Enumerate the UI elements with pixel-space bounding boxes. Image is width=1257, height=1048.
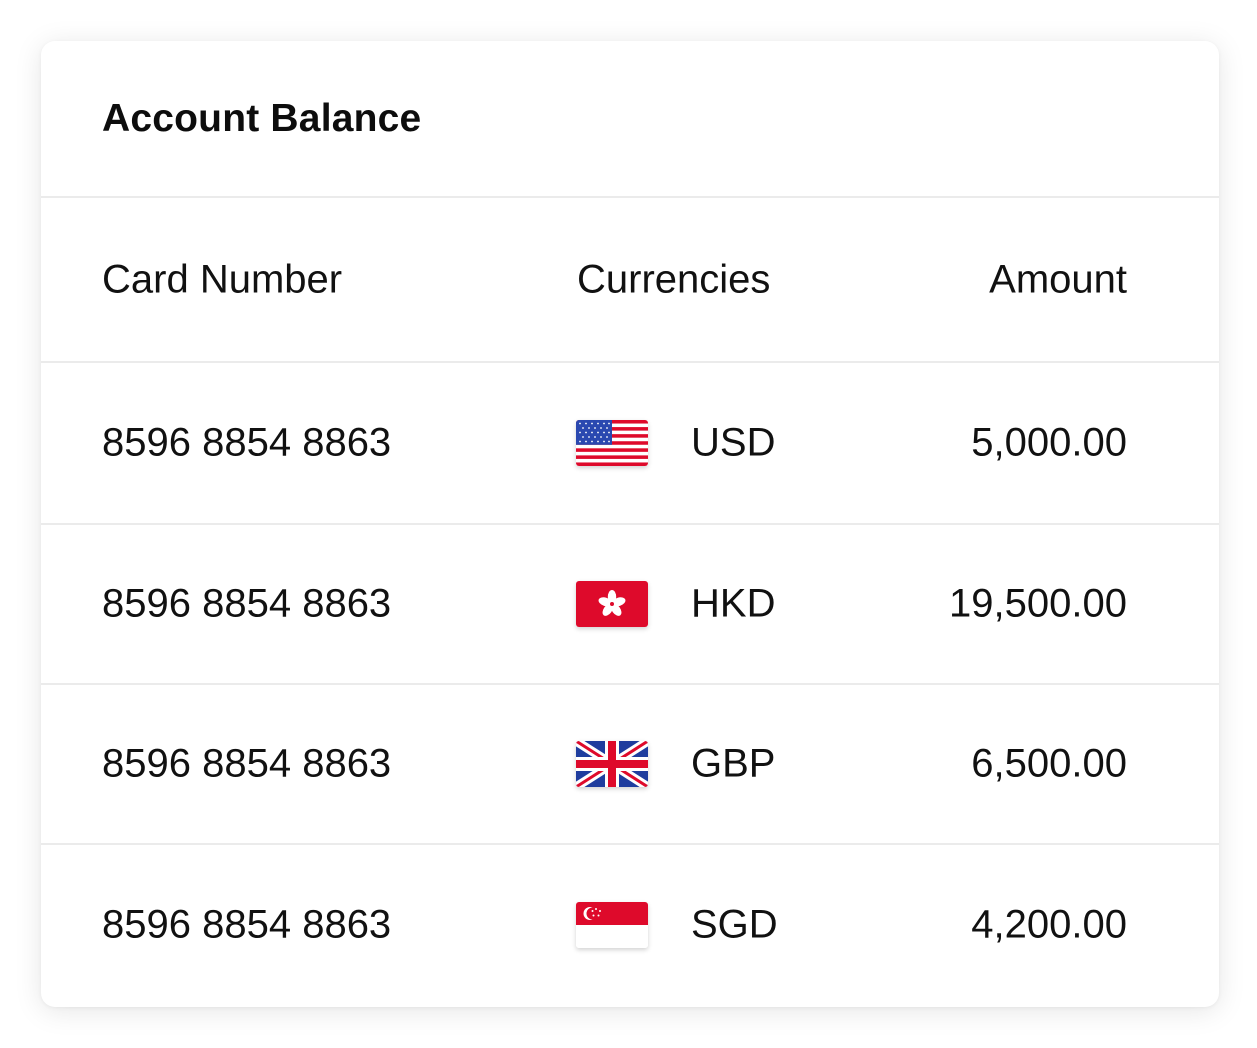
table-row[interactable]: 8596 8854 8863 GBP 6,500.00 [41, 685, 1219, 845]
card-number: 8596 8854 8863 [102, 741, 392, 786]
currency-code: SGD [691, 902, 778, 947]
amount-value: 5,000.00 [971, 420, 1127, 465]
card-number: 8596 8854 8863 [102, 902, 392, 947]
table-row[interactable]: 8596 8854 8863 SGD 4,200.00 [41, 845, 1219, 1005]
card-header: Account Balance [41, 41, 1219, 198]
currency-code: USD [691, 420, 776, 465]
amount-value: 6,500.00 [971, 741, 1127, 786]
uk-flag-icon [576, 741, 648, 787]
sg-flag-icon [576, 902, 648, 948]
amount-value: 19,500.00 [949, 581, 1127, 626]
table-row[interactable]: 8596 8854 8863 HKD 19,500.00 [41, 525, 1219, 685]
header-card-number: Card Number [102, 257, 343, 301]
hk-flag-icon [576, 581, 648, 627]
card-number: 8596 8854 8863 [102, 420, 392, 465]
amount-value: 4,200.00 [971, 902, 1127, 947]
card-title: Account Balance [102, 97, 422, 140]
us-flag-icon [576, 420, 648, 466]
currency-code: HKD [691, 581, 776, 626]
table-row[interactable]: 8596 8854 8863 USD 5,000.00 [41, 363, 1219, 525]
header-currencies: Currencies [577, 257, 771, 301]
currency-code: GBP [691, 741, 776, 786]
table-header-row: Card Number Currencies Amount [41, 198, 1219, 363]
header-amount: Amount [989, 257, 1127, 301]
account-balance-card: Account Balance Card Number Currencies A… [41, 41, 1219, 1007]
card-number: 8596 8854 8863 [102, 581, 392, 626]
